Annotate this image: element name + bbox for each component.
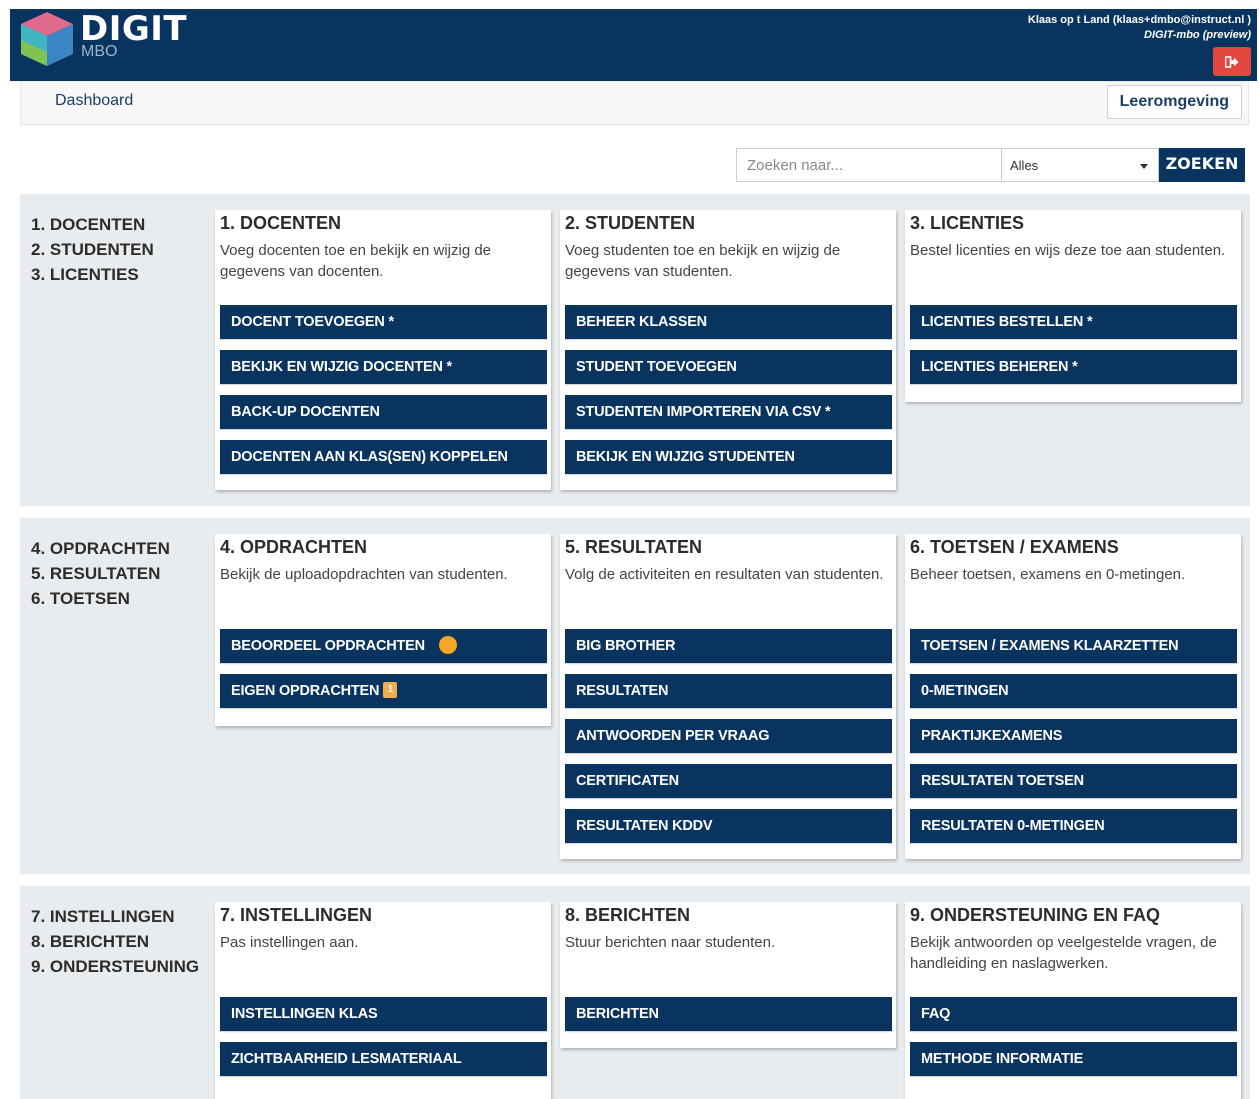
card-description: Bekijk antwoorden op veelgestelde vragen…: [910, 934, 1217, 972]
resultaten-button[interactable]: RESULTATEN: [565, 674, 892, 708]
card-berichten: 8. BERICHTEN Stuur berichten naar studen…: [560, 902, 896, 1048]
section-index: 1. DOCENTEN 2. STUDENTEN 3. LICENTIES: [31, 212, 154, 287]
toetsen-klaarzetten-button[interactable]: TOETSEN / EXAMENS KLAARZETTEN: [910, 629, 1237, 663]
antwoorden-per-vraag-button[interactable]: ANTWOORDEN PER VRAAG: [565, 719, 892, 753]
card-title: 4. OPDRACHTEN: [220, 537, 368, 557]
card-title: 3. LICENTIES: [910, 213, 1025, 233]
0-metingen-button[interactable]: 0-METINGEN: [910, 674, 1237, 708]
card-toetsen: 6. TOETSEN / EXAMENS Beheer toetsen, exa…: [905, 534, 1241, 859]
licenties-beheren-button[interactable]: LICENTIES BEHEREN *: [910, 350, 1237, 384]
beheer-klassen-button[interactable]: BEHEER KLASSEN: [565, 305, 892, 339]
card-title: 8. BERICHTEN: [565, 905, 691, 925]
card-description: Voeg docenten toe en bekijk en wijzig de…: [220, 242, 492, 280]
section-instellingen: 7. INSTELLINGEN 8. BERICHTEN 9. ONDERSTE…: [20, 886, 1250, 1099]
index-item[interactable]: 6. TOETSEN: [31, 586, 170, 611]
top-header: DIGIT MBO Klaas op t Land (klaas+dmbo@in…: [10, 9, 1257, 81]
button-label: EIGEN OPDRACHTEN: [231, 683, 380, 699]
card-title: 2. STUDENTEN: [565, 213, 696, 233]
studenten-importeren-button[interactable]: STUDENTEN IMPORTEREN VIA CSV *: [565, 395, 892, 429]
index-item[interactable]: 9. ONDERSTEUNING: [31, 954, 199, 979]
pending-dot-icon: [438, 635, 457, 654]
nav-dashboard-link[interactable]: Dashboard: [55, 92, 133, 110]
card-opdrachten: 4. OPDRACHTEN Bekijk de uploadopdrachten…: [215, 534, 551, 726]
user-context: DIGIT-mbo (preview): [1144, 29, 1251, 41]
card-description: Bekijk de uploadopdrachten van studenten…: [220, 566, 508, 583]
card-title: 1. DOCENTEN: [220, 213, 342, 233]
card-resultaten: 5. RESULTATEN Volg de activiteiten en re…: [560, 534, 896, 859]
card-description: Bestel licenties en wijs deze toe aan st…: [910, 242, 1226, 259]
praktijkexamens-button[interactable]: PRAKTIJKEXAMENS: [910, 719, 1237, 753]
big-brother-button[interactable]: BIG BROTHER: [565, 629, 892, 663]
card-title: 7. INSTELLINGEN: [220, 905, 373, 925]
backup-docenten-button[interactable]: BACK-UP DOCENTEN: [220, 395, 547, 429]
index-item[interactable]: 7. INSTELLINGEN: [31, 904, 199, 929]
bekijk-wijzig-docenten-button[interactable]: BEKIJK EN WIJZIG DOCENTEN *: [220, 350, 547, 384]
index-item[interactable]: 3. LICENTIES: [31, 262, 154, 287]
index-item[interactable]: 4. OPDRACHTEN: [31, 536, 170, 561]
card-title: 5. RESULTATEN: [565, 537, 703, 557]
certificaten-button[interactable]: CERTIFICATEN: [565, 764, 892, 798]
search-scope-select[interactable]: Alles: [1002, 148, 1159, 182]
index-item[interactable]: 1. DOCENTEN: [31, 212, 154, 237]
user-name: Klaas op t Land (klaas+dmbo@instruct.nl …: [1027, 14, 1251, 26]
card-description: Beheer toetsen, examens en 0-metingen.: [910, 566, 1186, 583]
card-description: Volg de activiteiten en resultaten van s…: [565, 566, 884, 583]
resultaten-toetsen-button[interactable]: RESULTATEN TOETSEN: [910, 764, 1237, 798]
docenten-koppelen-button[interactable]: DOCENTEN AAN KLAS(SEN) KOPPELEN: [220, 440, 547, 474]
section-index: 7. INSTELLINGEN 8. BERICHTEN 9. ONDERSTE…: [31, 904, 199, 979]
card-instellingen: 7. INSTELLINGEN Pas instellingen aan. IN…: [215, 902, 551, 1099]
eigen-opdrachten-button[interactable]: EIGEN OPDRACHTEN 1: [220, 674, 547, 708]
sign-out-icon: [1225, 55, 1239, 68]
index-item[interactable]: 8. BERICHTEN: [31, 929, 199, 954]
card-title: 6. TOETSEN / EXAMENS: [910, 537, 1119, 557]
card-studenten: 2. STUDENTEN Voeg studenten toe en bekij…: [560, 210, 896, 490]
button-label: BEOORDEEL OPDRACHTEN: [231, 638, 425, 654]
resultaten-0-metingen-button[interactable]: RESULTATEN 0-METINGEN: [910, 809, 1237, 843]
nav-bar: Dashboard Leeromgeving: [20, 81, 1249, 125]
card-licenties: 3. LICENTIES Bestel licenties en wijs de…: [905, 210, 1241, 402]
cube-logo-icon: [21, 12, 73, 66]
logout-button[interactable]: [1213, 47, 1251, 76]
card-description: Pas instellingen aan.: [220, 934, 359, 951]
instellingen-klas-button[interactable]: INSTELLINGEN KLAS: [220, 997, 547, 1031]
berichten-button[interactable]: BERICHTEN: [565, 997, 892, 1031]
index-item[interactable]: 5. RESULTATEN: [31, 561, 170, 586]
search-scope-value: Alles: [1010, 158, 1039, 173]
caret-down-icon: [1140, 164, 1148, 169]
methode-informatie-button[interactable]: METHODE INFORMATIE: [910, 1042, 1237, 1076]
resultaten-kddv-button[interactable]: RESULTATEN KDDV: [565, 809, 892, 843]
faq-button[interactable]: FAQ: [910, 997, 1237, 1031]
count-badge: 1: [383, 681, 398, 698]
search-button[interactable]: ZOEKEN: [1159, 148, 1245, 182]
card-description: Stuur berichten naar studenten.: [565, 934, 776, 951]
beoordeel-opdrachten-button[interactable]: BEOORDEEL OPDRACHTEN: [220, 629, 547, 663]
student-toevoegen-button[interactable]: STUDENT TOEVOEGEN: [565, 350, 892, 384]
card-docenten: 1. DOCENTEN Voeg docenten toe en bekijk …: [215, 210, 551, 490]
index-item[interactable]: 2. STUDENTEN: [31, 237, 154, 262]
card-title: 9. ONDERSTEUNING EN FAQ: [910, 905, 1161, 925]
bekijk-wijzig-studenten-button[interactable]: BEKIJK EN WIJZIG STUDENTEN: [565, 440, 892, 474]
licenties-bestellen-button[interactable]: LICENTIES BESTELLEN *: [910, 305, 1237, 339]
card-description: Voeg studenten toe en bekijk en wijzig d…: [565, 242, 841, 280]
brand-subtitle: MBO: [81, 43, 118, 60]
section-index: 4. OPDRACHTEN 5. RESULTATEN 6. TOETSEN: [31, 536, 170, 611]
section-accounts: 1. DOCENTEN 2. STUDENTEN 3. LICENTIES 1.…: [20, 194, 1250, 506]
card-ondersteuning: 9. ONDERSTEUNING EN FAQ Bekijk antwoorde…: [905, 902, 1241, 1099]
section-opdrachten: 4. OPDRACHTEN 5. RESULTATEN 6. TOETSEN 4…: [20, 518, 1250, 874]
leeromgeving-button[interactable]: Leeromgeving: [1106, 85, 1242, 119]
zichtbaarheid-lesmateriaal-button[interactable]: ZICHTBAARHEID LESMATERIAAL: [220, 1042, 547, 1076]
docent-toevoegen-button[interactable]: DOCENT TOEVOEGEN *: [220, 305, 547, 339]
search-input[interactable]: [736, 148, 1002, 182]
